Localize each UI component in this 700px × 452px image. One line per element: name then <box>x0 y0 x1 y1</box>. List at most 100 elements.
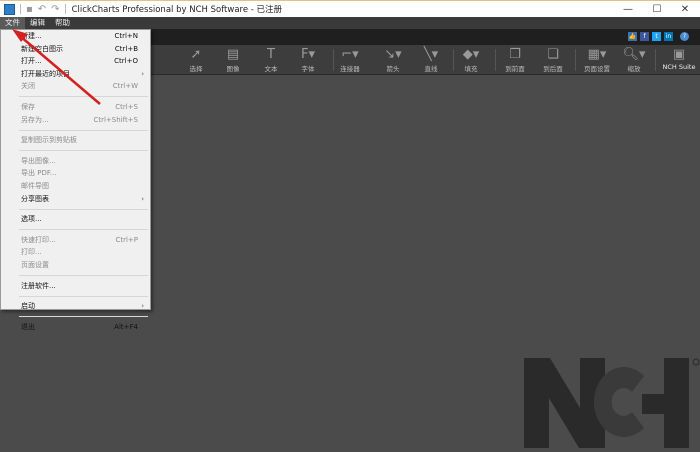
help-icon[interactable]: ? <box>680 32 689 41</box>
cursor-icon: ➚ <box>190 47 202 62</box>
menu-item-label: 导出图像... <box>21 156 56 165</box>
close-button[interactable]: ✕ <box>670 1 700 18</box>
menu-separator <box>19 150 148 152</box>
file-menu-item: 保存 Ctrl+S <box>1 101 150 114</box>
like-icon[interactable]: 👍 <box>628 32 637 41</box>
menu-item-label: 新建... <box>21 32 42 40</box>
file-menu-item: 导出图像... <box>1 155 150 168</box>
line-tool[interactable]: ╲▾ 直线 <box>411 47 451 73</box>
linkedin-icon[interactable]: in <box>664 32 673 41</box>
menu-item-label: 快速打印... <box>21 235 56 244</box>
file-menu-item[interactable]: 退出 Alt+F4 <box>1 321 150 334</box>
file-menu-dropdown: 新建... Ctrl+N 新建空白图示 Ctrl+B 打开... Ctrl+O 打开最近的项… <box>0 29 151 331</box>
menu-help[interactable]: 帮助 <box>50 17 75 29</box>
menu-edit[interactable]: 编辑 <box>25 17 50 29</box>
line-icon: ╲▾ <box>423 47 439 62</box>
image-tool[interactable]: ▤ 图像 <box>213 47 253 73</box>
menu-item-label: 关闭 <box>21 82 35 91</box>
file-menu-item: 另存为... Ctrl+Shift+S <box>1 114 150 127</box>
file-menu-item[interactable]: 分享图表 › <box>1 193 150 206</box>
file-menu-item: 快速打印... Ctrl+P <box>1 234 150 247</box>
page-setup-button[interactable]: ▦▾ 页面设置 <box>577 47 617 73</box>
menu-item-label: 分享图表 <box>21 194 49 203</box>
menu-item-label: 复制图示到剪贴板 <box>21 136 77 145</box>
font-icon: F▾ <box>300 47 315 62</box>
menu-item-label: 导出 PDF... <box>21 169 57 178</box>
menu-item-label: 打开最近的项目 <box>21 69 70 78</box>
nch-suite-icon: ▣ <box>672 47 686 62</box>
menu-item-shortcut: Ctrl+Shift+S <box>93 115 138 124</box>
divider <box>575 49 576 71</box>
file-menu-item: 邮件导图 <box>1 180 150 193</box>
magnifier-icon: 🔍︎▾ <box>622 47 646 62</box>
menu-item-label: 退出 <box>21 322 35 331</box>
menu-item-label: 注册软件... <box>21 281 56 290</box>
menu-file[interactable]: 文件 <box>0 17 25 29</box>
menu-item-label: 页面设置 <box>21 260 49 269</box>
menu-separator <box>19 208 148 210</box>
menu-item-label: 打开... <box>21 57 42 66</box>
file-menu-item[interactable]: 启动 › <box>1 300 150 313</box>
bring-to-front-button[interactable]: ❐ 到前面 <box>495 47 535 73</box>
menu-item-label: 启动 <box>21 302 35 311</box>
file-menu-item[interactable]: 注册软件... <box>1 280 150 293</box>
menu-separator <box>19 275 148 276</box>
menu-separator <box>19 229 148 231</box>
menu-separator <box>19 129 148 131</box>
menu-item-label: 保存 <box>21 102 35 111</box>
nch-suite-button[interactable]: ▣ NCH Suite <box>659 47 699 71</box>
menu-item-shortcut: Alt+F4 <box>114 322 138 331</box>
arrow-icon: ↘▾ <box>384 47 402 62</box>
chevron-right-icon: › <box>141 194 144 203</box>
menu-item-label: 选项... <box>21 215 42 224</box>
connector-tool[interactable]: ⌐▾ 连接器 <box>330 47 370 73</box>
chevron-right-icon: › <box>141 69 144 78</box>
redo-icon[interactable]: ↷ <box>51 4 59 15</box>
fill-bucket-icon: ◆▾ <box>462 47 480 62</box>
maximize-button[interactable]: ☐ <box>642 1 672 18</box>
undo-icon[interactable]: ↶ <box>38 4 46 15</box>
menu-item-label: 新建空白图示 <box>21 44 63 53</box>
send-back-icon: ❏ <box>547 47 559 62</box>
save-icon[interactable]: ▪ <box>26 4 33 15</box>
file-menu-item: 关闭 Ctrl+W <box>1 80 150 93</box>
facebook-icon[interactable]: f <box>640 32 649 41</box>
menu-item-shortcut: Ctrl+O <box>114 57 138 66</box>
file-menu-item[interactable]: 打开... Ctrl+O <box>1 55 150 68</box>
twitter-icon[interactable]: t <box>652 32 661 41</box>
menu-item-label: 另存为... <box>21 115 49 124</box>
file-menu-item: 打印... <box>1 246 150 259</box>
arrow-tool[interactable]: ↘▾ 箭头 <box>373 47 413 73</box>
file-menu-item[interactable]: 新建... Ctrl+N <box>1 30 150 43</box>
app-icon[interactable] <box>4 3 15 15</box>
text-tool[interactable]: T 文本 <box>251 47 291 73</box>
divider <box>64 4 66 14</box>
page-setup-icon: ▦▾ <box>587 47 607 62</box>
zoom-button[interactable]: 🔍︎▾ 缩放 <box>614 47 654 73</box>
menu-item-shortcut: Ctrl+P <box>115 235 138 244</box>
menu-separator <box>19 96 148 98</box>
file-menu-item[interactable]: 新建空白图示 Ctrl+B <box>1 43 150 56</box>
bring-front-icon: ❐ <box>509 47 521 62</box>
chevron-right-icon: › <box>141 302 144 311</box>
file-menu-item[interactable]: 打开最近的项目 › <box>1 68 150 81</box>
menu-bar: 文件 编辑 帮助 <box>0 17 700 29</box>
nch-logo-watermark <box>524 358 700 448</box>
title-bar: ▪ ↶ ↷ ClickCharts Professional by NCH So… <box>0 0 700 17</box>
image-icon: ▤ <box>226 47 240 62</box>
minimize-button[interactable]: — <box>613 1 643 18</box>
divider <box>20 4 21 14</box>
send-to-back-button[interactable]: ❏ 到后面 <box>533 47 573 73</box>
select-tool[interactable]: ➚ 选择 <box>176 47 216 73</box>
text-icon: T <box>267 47 275 62</box>
fill-tool[interactable]: ◆▾ 填充 <box>451 47 491 73</box>
file-menu-item: 复制图示到剪贴板 <box>1 134 150 147</box>
file-menu-item[interactable]: 选项... <box>1 213 150 226</box>
menu-item-shortcut: Ctrl+B <box>114 44 138 53</box>
menu-item-shortcut: Ctrl+S <box>115 102 138 111</box>
menu-separator <box>19 316 148 318</box>
file-menu-item: 导出 PDF... <box>1 167 150 180</box>
font-tool[interactable]: F▾ 字体 <box>288 47 328 73</box>
file-menu-item: 页面设置 <box>1 259 150 272</box>
menu-separator <box>19 295 148 297</box>
